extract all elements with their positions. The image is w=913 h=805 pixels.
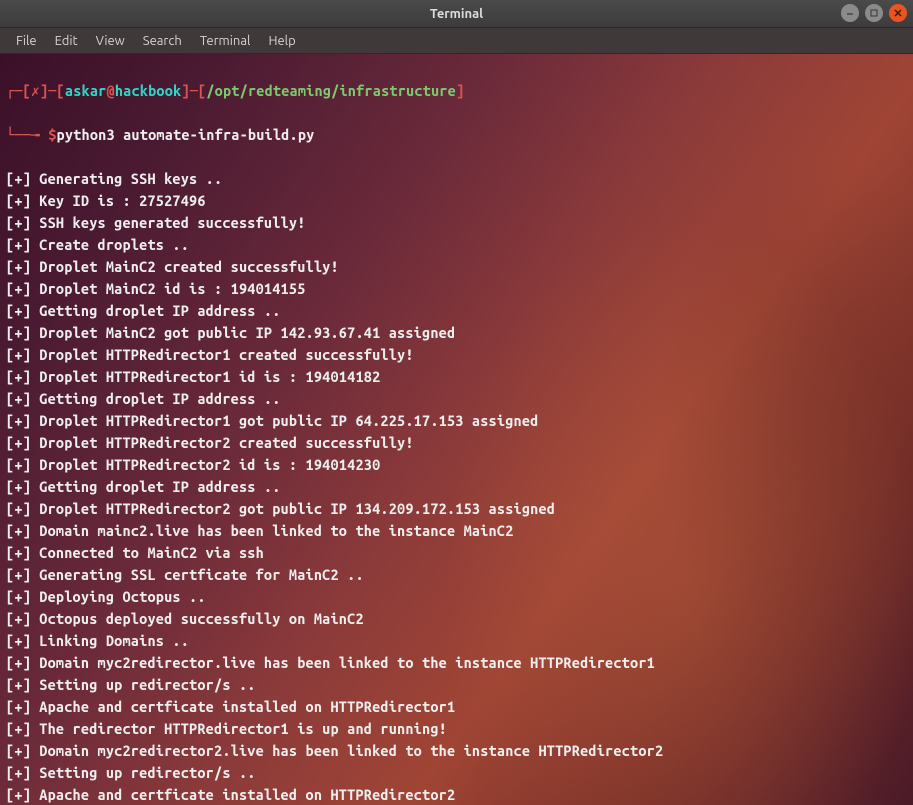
terminal-content: ┌─[✗]─[askar@hackbook]─[/opt/redteaming/…	[0, 54, 913, 805]
output-line: [+] Deploying Octopus ..	[6, 588, 206, 605]
prompt-path: /opt/redteaming/infrastructure	[206, 82, 456, 99]
prompt-status-icon: ✗	[31, 82, 40, 99]
maximize-button[interactable]	[865, 4, 883, 22]
prompt-user: askar	[65, 82, 107, 99]
menu-search[interactable]: Search	[135, 31, 190, 51]
output-line: [+] Domain myc2redirector.live has been …	[6, 654, 655, 671]
prompt-dollar: $	[48, 126, 56, 143]
prompt-bracket: ]─[	[40, 82, 65, 99]
output-line: [+] Create droplets ..	[6, 236, 189, 253]
output-line: [+] Droplet HTTPRedirector1 id is : 1940…	[6, 368, 380, 385]
output-line: [+] Linking Domains ..	[6, 632, 189, 649]
output-line: [+] Getting droplet IP address ..	[6, 302, 281, 319]
output-line: [+] Generating SSL certficate for MainC2…	[6, 566, 364, 583]
window-title: Terminal	[430, 7, 483, 21]
output-line: [+] Droplet HTTPRedirector1 created succ…	[6, 346, 414, 363]
output-line: [+] Connected to MainC2 via ssh	[6, 544, 264, 561]
prompt-bracket: ]─[	[181, 82, 206, 99]
menu-edit[interactable]: Edit	[47, 31, 86, 51]
output-line: [+] Getting droplet IP address ..	[6, 478, 281, 495]
output-line: [+] Domain myc2redirector2.live has been…	[6, 742, 663, 759]
terminal-viewport[interactable]: ┌─[✗]─[askar@hackbook]─[/opt/redteaming/…	[0, 54, 913, 805]
menu-file[interactable]: File	[8, 31, 45, 51]
window-controls	[841, 4, 907, 22]
output-line: [+] Setting up redirector/s ..	[6, 676, 256, 693]
minimize-button[interactable]	[841, 4, 859, 22]
menu-view[interactable]: View	[88, 31, 133, 51]
menu-help[interactable]: Help	[260, 31, 303, 51]
output-line: [+] Apache and certficate installed on H…	[6, 786, 455, 803]
prompt-corner: └──╼	[6, 126, 48, 143]
output-line: [+] Getting droplet IP address ..	[6, 390, 281, 407]
output-line: [+] Droplet HTTPRedirector1 got public I…	[6, 412, 538, 429]
output-line: [+] Generating SSH keys ..	[6, 170, 222, 187]
output-line: [+] Setting up redirector/s ..	[6, 764, 256, 781]
output-line: [+] The redirector HTTPRedirector1 is up…	[6, 720, 447, 737]
prompt-line-2: └──╼ $python3 automate-infra-build.py	[6, 124, 907, 146]
output-line: [+] Octopus deployed successfully on Mai…	[6, 610, 364, 627]
output-line: [+] Droplet MainC2 got public IP 142.93.…	[6, 324, 455, 341]
menu-terminal[interactable]: Terminal	[192, 31, 259, 51]
window-titlebar: Terminal	[0, 0, 913, 28]
output-line: [+] Droplet MainC2 created successfully!	[6, 258, 339, 275]
prompt-bracket: ]	[456, 82, 464, 99]
output-line: [+] Droplet HTTPRedirector2 got public I…	[6, 500, 555, 517]
prompt-host: hackbook	[115, 82, 182, 99]
prompt-at: @	[106, 82, 114, 99]
output-line: [+] Apache and certficate installed on H…	[6, 698, 455, 715]
output-line: [+] Droplet HTTPRedirector2 id is : 1940…	[6, 456, 380, 473]
prompt-line-1: ┌─[✗]─[askar@hackbook]─[/opt/redteaming/…	[6, 80, 907, 102]
output-line: [+] Droplet HTTPRedirector2 created succ…	[6, 434, 414, 451]
output-line: [+] SSH keys generated successfully!	[6, 214, 306, 231]
command-text: python3 automate-infra-build.py	[57, 126, 315, 143]
close-button[interactable]	[889, 4, 907, 22]
output-line: [+] Domain mainc2.live has been linked t…	[6, 522, 514, 539]
prompt-bracket: ┌─[	[6, 82, 31, 99]
output-line: [+] Key ID is : 27527496	[6, 192, 206, 209]
output-line: [+] Droplet MainC2 id is : 194014155	[6, 280, 306, 297]
menubar: File Edit View Search Terminal Help	[0, 28, 913, 54]
